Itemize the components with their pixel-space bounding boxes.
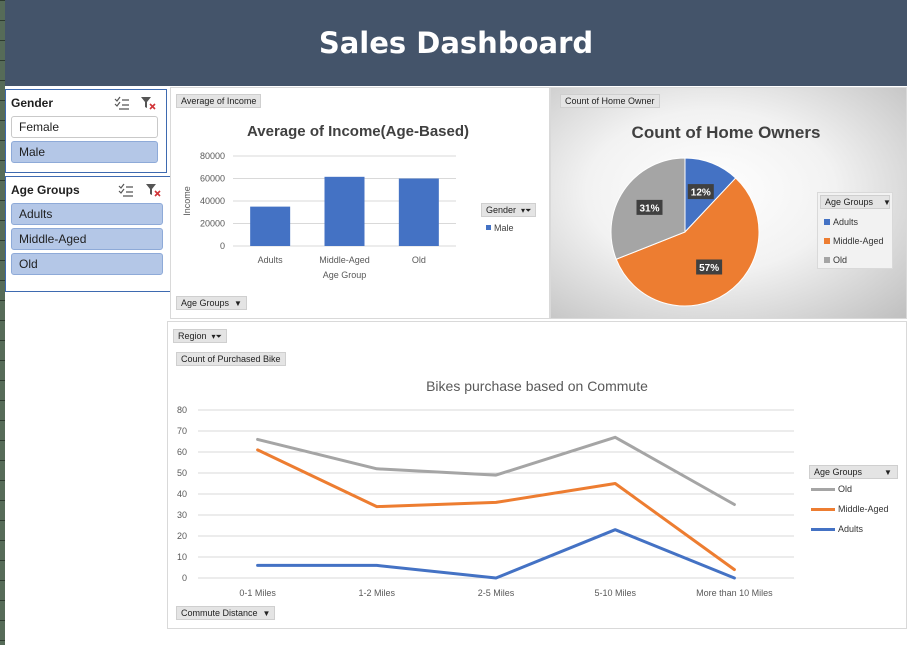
commute-axis-field-label: Commute Distance (181, 608, 258, 618)
income-chart-panel: Average of Income Average of Income(Age-… (170, 87, 550, 319)
x-tick-label: 2-5 Miles (478, 588, 515, 598)
line-legend-label-middle-aged: Middle-Aged (838, 504, 889, 514)
y-tick-label: 80 (177, 405, 187, 415)
x-tick-label: 5-10 Miles (594, 588, 636, 598)
chevron-down-icon: ▼ (884, 468, 892, 477)
y-tick-label: 0 (220, 241, 225, 251)
pie-legend: Age Groups ▼ Adults Middle-Aged Old (817, 192, 893, 269)
clear-filter-icon[interactable] (140, 96, 156, 110)
y-tick-label: 60000 (200, 174, 225, 184)
pie-legend-item-adults: Adults (824, 217, 858, 227)
legend-swatch (811, 488, 835, 492)
x-tick-label: 1-2 Miles (359, 588, 396, 598)
pie-legend-label-adults: Adults (833, 217, 859, 227)
multi-select-icon[interactable] (118, 183, 134, 197)
slicer-item-female[interactable]: Female (11, 116, 158, 138)
chart-title: Count of Home Owners (632, 123, 821, 142)
chevron-down-icon: ▼ (883, 198, 891, 207)
bar (324, 176, 365, 246)
line-legend-item-middle-aged: Middle-Aged (811, 504, 889, 514)
age-groups-axis-field-button[interactable]: Age Groups ▼ (176, 296, 247, 310)
data-label: 31% (639, 203, 659, 214)
gender-legend-field-button[interactable]: Gender ▾⏷ (481, 203, 537, 217)
commute-axis-field-button[interactable]: Commute Distance ▼ (176, 606, 276, 620)
legend-swatch (811, 508, 835, 512)
gender-slicer-title: Gender (11, 96, 54, 110)
x-tick-label: 0-1 Miles (239, 588, 276, 598)
y-tick-label: 50 (177, 468, 187, 478)
series-line (256, 448, 736, 572)
clear-filter-icon[interactable] (145, 183, 161, 197)
y-tick-label: 20 (177, 531, 187, 541)
bar (398, 178, 439, 246)
series-line (256, 528, 736, 580)
multi-select-icon[interactable] (114, 96, 130, 110)
chevron-down-icon: ▼ (262, 609, 271, 618)
legend-swatch (486, 225, 491, 230)
y-tick-label: 10 (177, 552, 187, 562)
home-owner-chart-panel: Count of Home Owner Count of Home Owners… (550, 87, 907, 319)
slicer-item-adults[interactable]: Adults (11, 203, 163, 225)
x-tick-label: Old (412, 255, 426, 265)
legend-swatch (811, 528, 835, 532)
data-label: 12% (691, 188, 711, 199)
legend-label: Male (494, 223, 514, 233)
y-axis-label: Income (182, 186, 192, 216)
age-groups-slicer: Age Groups Adults Middle-Aged Old (5, 176, 171, 292)
slicer-item-middle-aged[interactable]: Middle-Aged (11, 228, 163, 250)
pie-legend-label-old: Old (833, 255, 848, 265)
bike-age-groups-legend-field-label: Age Groups (814, 467, 863, 477)
gender-slicer: Gender Female Male (5, 89, 167, 173)
line-legend-label-adults: Adults (838, 524, 864, 534)
line-legend-label-old: Old (838, 484, 853, 494)
page-title: Sales Dashboard (318, 26, 594, 60)
dashboard-header: Sales Dashboard (5, 0, 907, 86)
age-groups-legend-field-button[interactable]: Age Groups ▼ (820, 195, 891, 209)
line-legend-item-old: Old (811, 484, 852, 494)
x-tick-label: More than 10 Miles (696, 588, 773, 598)
legend-swatch (824, 238, 830, 244)
pie-legend-item-old: Old (824, 255, 847, 265)
y-tick-label: 0 (182, 573, 187, 583)
gender-legend-field-label: Gender (486, 205, 517, 215)
slicer-item-male[interactable]: Male (11, 141, 158, 163)
x-tick-label: Adults (258, 255, 284, 265)
legend-swatch (824, 219, 830, 225)
age-slicer-title: Age Groups (11, 183, 80, 197)
age-groups-legend-field-label: Age Groups (825, 197, 874, 207)
data-label: 57% (699, 263, 719, 274)
y-tick-label: 20000 (200, 219, 225, 229)
line-legend-item-adults: Adults (811, 524, 863, 534)
chevron-down-icon: ▼ (234, 299, 242, 308)
y-tick-label: 60 (177, 447, 187, 457)
y-tick-label: 80000 (200, 151, 225, 161)
y-tick-label: 30 (177, 510, 187, 520)
x-tick-label: Middle-Aged (319, 255, 370, 265)
age-groups-axis-field-label: Age Groups (181, 298, 230, 308)
pie-legend-label-middle-aged: Middle-Aged (833, 236, 884, 246)
bar (250, 206, 291, 246)
legend-swatch (824, 257, 830, 263)
chart-title: Average of Income(Age-Based) (247, 123, 469, 140)
y-tick-label: 70 (177, 426, 187, 436)
slicer-item-old[interactable]: Old (11, 253, 163, 275)
bike-chart-panel: Region ▾⏷ Count of Purchased Bike Bikes p… (167, 321, 907, 629)
bike-line-chart: Bikes purchase based on Commute 0 10 20 30 40… (177, 378, 794, 598)
pie-legend-item-middle-aged: Middle-Aged (824, 236, 884, 246)
y-tick-label: 40000 (200, 196, 225, 206)
chart-title: Bikes purchase based on Commute (426, 378, 648, 394)
y-tick-label: 40 (177, 489, 187, 499)
x-axis-label: Age Group (323, 270, 367, 280)
filter-dropdown-icon: ▾⏷ (521, 206, 532, 215)
bike-age-groups-legend-field-button[interactable]: Age Groups ▼ (809, 465, 898, 479)
